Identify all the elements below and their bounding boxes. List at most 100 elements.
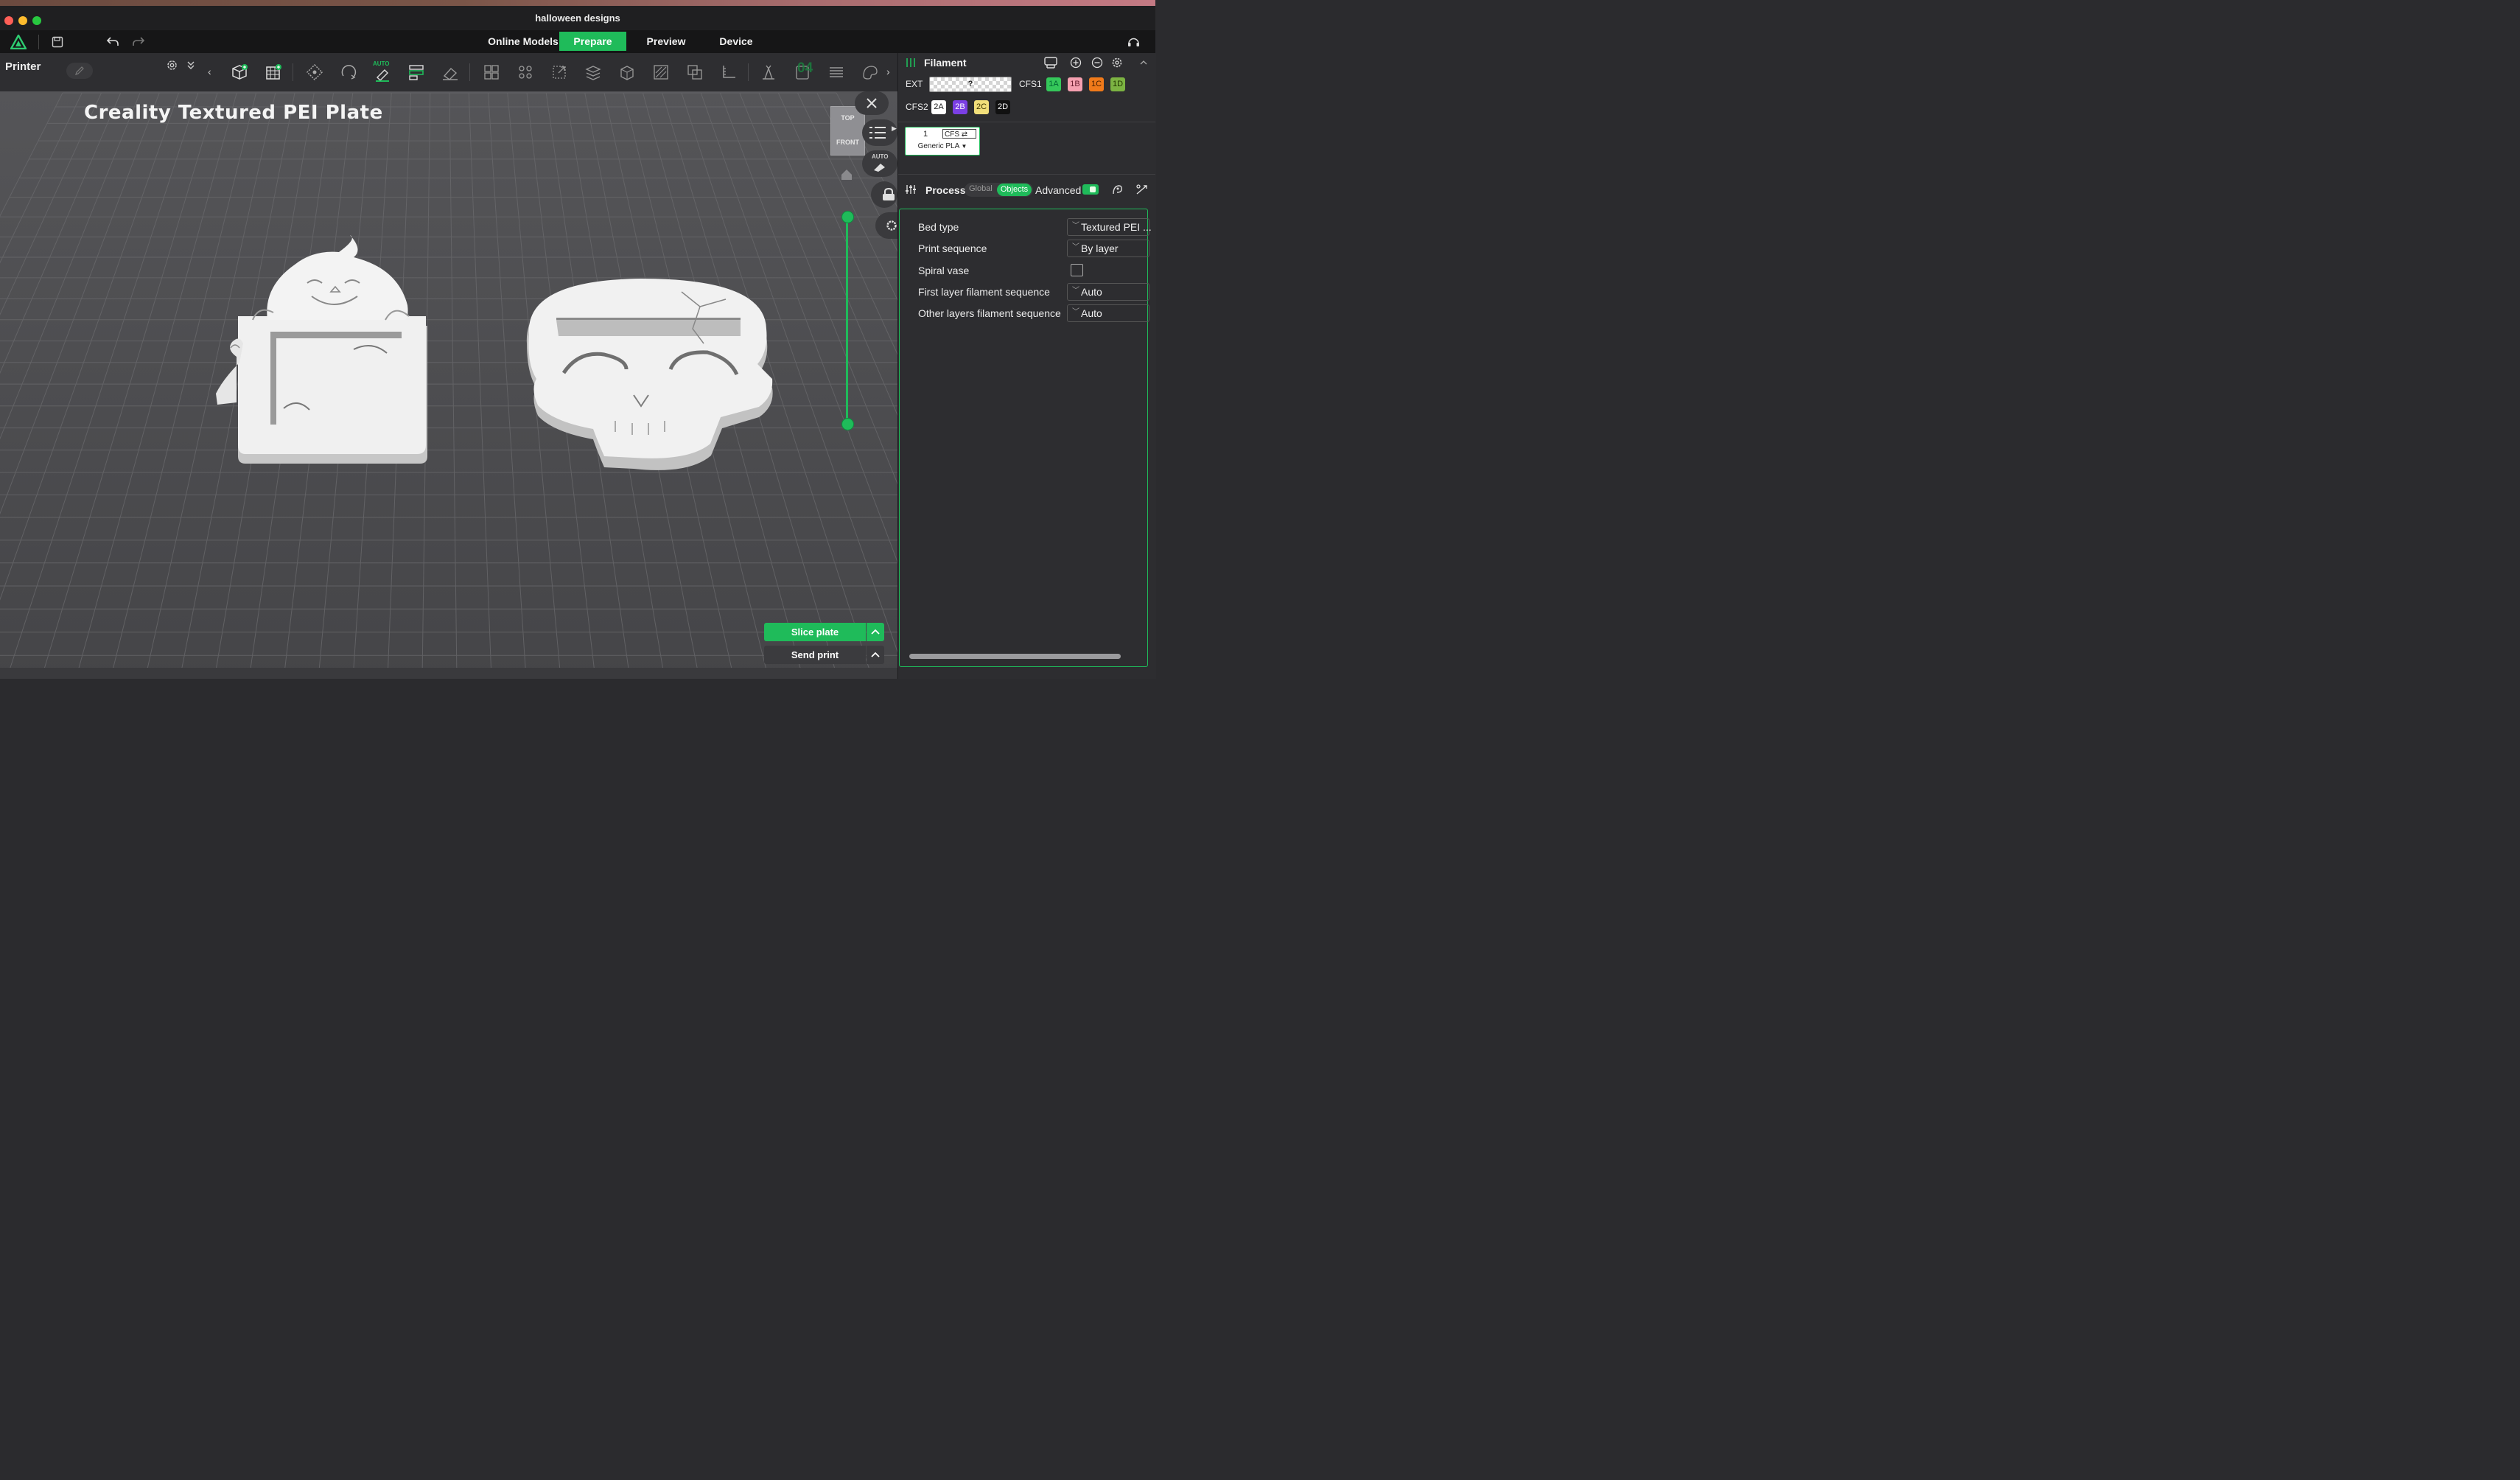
split-objects-icon[interactable]: [479, 60, 504, 85]
tool-divider: [469, 63, 470, 81]
home-view-icon[interactable]: [840, 168, 853, 181]
view-cube-front[interactable]: FRONT: [831, 139, 864, 146]
advanced-toggle-knob: [1090, 186, 1096, 192]
color-paint-icon[interactable]: [858, 60, 883, 85]
divider: [898, 174, 1155, 175]
ext-label: EXT: [906, 79, 923, 89]
chevron-up-icon: [871, 629, 880, 635]
slice-plate-button[interactable]: Slice plate: [764, 623, 866, 641]
setting-first-layer-sequence-label: First layer filament sequence: [918, 286, 1050, 298]
gear-icon: [886, 220, 897, 231]
window-titlebar: halloween designs: [0, 6, 1155, 31]
filament-slot-card[interactable]: 1 CFS ⇄ Generic PLA ▼: [905, 127, 980, 156]
auto-label: AUTO: [373, 60, 390, 67]
scope-global-option[interactable]: Global: [969, 184, 993, 193]
send-print-button[interactable]: Send print: [764, 646, 866, 664]
undo-icon[interactable]: [106, 35, 119, 47]
spiral-vase-checkbox[interactable]: [1071, 264, 1083, 276]
process-icon: [906, 185, 916, 194]
setting-bed-type-label: Bed type: [918, 221, 959, 233]
chevron-down-icon: ﹀: [1072, 243, 1079, 251]
boolean-icon[interactable]: [682, 60, 707, 85]
process-compare-icon[interactable]: [1135, 184, 1148, 196]
process-preset-icon[interactable]: [1111, 184, 1124, 196]
cfs-slot-1c[interactable]: 1C: [1089, 77, 1104, 91]
scope-objects-option[interactable]: Objects: [997, 184, 1032, 196]
scale-icon[interactable]: [547, 60, 572, 85]
measure-icon[interactable]: [716, 60, 741, 85]
advanced-toggle[interactable]: [1082, 184, 1099, 195]
skull-model[interactable]: [523, 277, 777, 476]
pumpkin-model[interactable]: [210, 231, 431, 467]
object-list-button[interactable]: [862, 119, 897, 146]
chevron-down-icon: ﹀: [1072, 308, 1079, 316]
arrange-icon[interactable]: [404, 60, 429, 85]
tab-device[interactable]: Device: [712, 32, 760, 51]
filament-settings-gear-icon[interactable]: [1111, 57, 1123, 69]
chevron-up-icon: [871, 652, 880, 657]
view-settings-button[interactable]: [875, 212, 897, 239]
toolbar-divider: [38, 35, 39, 49]
cfs-slot-2a[interactable]: 2A: [931, 100, 946, 114]
add-model-icon[interactable]: [227, 60, 252, 85]
expand-chevron-icon[interactable]: [186, 60, 195, 71]
auto-orient-button[interactable]: AUTO: [862, 150, 897, 177]
panel-collapse-arrow-icon[interactable]: ▶: [892, 125, 897, 133]
remove-filament-icon[interactable]: [1091, 57, 1103, 69]
cfs-slot-2b[interactable]: 2B: [953, 100, 967, 114]
scope-toggle[interactable]: Global Objects: [965, 183, 1033, 197]
view-cube[interactable]: TOP FRONT: [830, 106, 865, 156]
layer-slider-top-handle[interactable]: [841, 211, 854, 223]
add-plate-icon[interactable]: [261, 60, 286, 85]
split-parts-icon[interactable]: [513, 60, 538, 85]
send-options-button[interactable]: [867, 646, 884, 664]
filament-material-value: Generic PLA: [917, 142, 959, 150]
cfs-slot-1a[interactable]: 1A: [1046, 77, 1061, 91]
cut-icon[interactable]: [581, 60, 606, 85]
process-settings-box: [899, 209, 1148, 667]
filament-title: Filament: [924, 57, 967, 69]
filament-slot-source[interactable]: CFS ⇄: [942, 129, 976, 139]
window-title: halloween designs: [535, 13, 620, 24]
collapse-filament-icon[interactable]: [1140, 59, 1147, 66]
bed-type-select[interactable]: ﹀ Textured PEI ...: [1067, 218, 1152, 236]
filament-sync-icon[interactable]: [1043, 56, 1058, 69]
first-layer-sequence-select[interactable]: ﹀ Auto: [1067, 283, 1149, 301]
cfs-slot-1d[interactable]: 1D: [1110, 77, 1125, 91]
cfs-slot-1b[interactable]: 1B: [1068, 77, 1082, 91]
rotate-icon[interactable]: [336, 60, 361, 85]
view-cube-top[interactable]: TOP: [831, 114, 864, 122]
printer-settings-gear-icon[interactable]: [166, 59, 178, 71]
redo-icon[interactable]: [132, 35, 145, 47]
cube-icon[interactable]: [615, 60, 640, 85]
tools-scroll-right-icon[interactable]: ›: [886, 66, 890, 77]
support-icon[interactable]: [1127, 35, 1140, 48]
edit-printer-button[interactable]: [66, 63, 93, 79]
3d-viewport[interactable]: Creality Textured PEI Plate TOP FRONT AU…: [0, 91, 897, 679]
paint-seam-icon[interactable]: [648, 60, 673, 85]
tab-online-models[interactable]: Online Models: [488, 32, 559, 51]
tab-preview[interactable]: Preview: [640, 32, 693, 51]
filament-material-select[interactable]: Generic PLA ▼: [906, 142, 979, 150]
support-paint-icon[interactable]: [756, 60, 781, 85]
lock-button[interactable]: [871, 181, 897, 208]
save-icon[interactable]: [52, 36, 63, 48]
other-layers-sequence-select[interactable]: ﹀ Auto: [1067, 304, 1149, 322]
lay-on-face-icon[interactable]: [438, 60, 463, 85]
move-icon[interactable]: [302, 60, 327, 85]
layer-slider-bottom-handle[interactable]: [841, 418, 854, 430]
ext-slot[interactable]: ?: [929, 77, 1012, 92]
print-sequence-select[interactable]: ﹀ By layer: [1067, 240, 1149, 257]
cfs1-label: CFS1: [1019, 79, 1042, 89]
add-filament-icon[interactable]: [1070, 57, 1082, 69]
cfs-slot-2c[interactable]: 2C: [974, 100, 989, 114]
slice-options-button[interactable]: [867, 623, 884, 641]
variable-layer-icon[interactable]: [824, 60, 849, 85]
close-view-button[interactable]: [855, 91, 889, 115]
tab-prepare[interactable]: Prepare: [559, 32, 626, 51]
settings-horizontal-scrollbar[interactable]: [909, 654, 1121, 659]
app-logo-icon[interactable]: [10, 35, 27, 49]
layer-slider-track[interactable]: [846, 217, 848, 423]
tools-scroll-left-icon[interactable]: ‹: [208, 66, 211, 77]
cfs-slot-2d[interactable]: 2D: [995, 100, 1010, 114]
